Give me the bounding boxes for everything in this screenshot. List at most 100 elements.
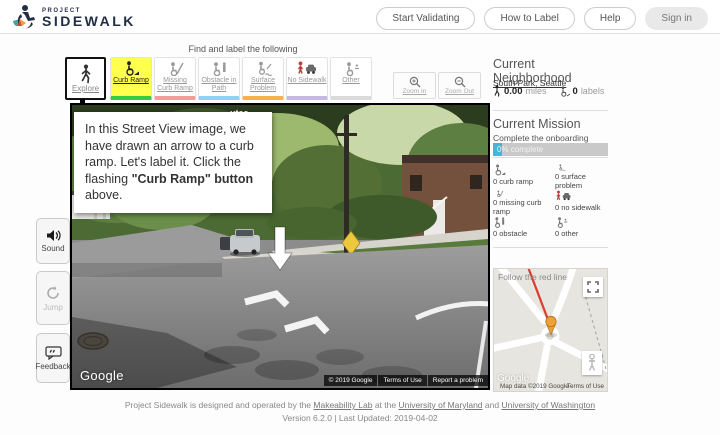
university-of-washington-link[interactable]: University of Washington bbox=[501, 400, 595, 410]
labels-unit: labels bbox=[581, 86, 605, 96]
gsv-terms-link[interactable]: Terms of Use bbox=[377, 375, 426, 386]
footer-version: Version 6.2.0 | Last Updated: 2019-04-02 bbox=[0, 412, 720, 425]
jump-reset-icon bbox=[45, 285, 61, 301]
tutorial-text-after: above. bbox=[85, 188, 123, 202]
map-attribution: Map data ©2019 Google bbox=[500, 383, 569, 390]
label-button-text: Curb Ramp bbox=[113, 77, 149, 85]
miles-value: 0.00 bbox=[504, 86, 523, 97]
feedback-button-label: Feedback bbox=[35, 362, 70, 371]
gsv-copyright: © 2019 Google bbox=[324, 375, 378, 386]
help-button[interactable]: Help bbox=[584, 7, 637, 30]
curb-ramp-count-icon bbox=[493, 164, 506, 176]
label-button-text: Surface Problem bbox=[243, 77, 283, 93]
no-sidewalk-icon bbox=[296, 61, 318, 76]
mission-progress-bar: 0% complete bbox=[493, 143, 608, 156]
makeability-lab-link[interactable]: Makeability Lab bbox=[313, 400, 372, 410]
sidebar-divider bbox=[493, 157, 608, 158]
project-sidewalk-logo[interactable]: PROJECT SIDEWALK bbox=[12, 4, 136, 31]
label-button-missing-curb-ramp[interactable]: Missing Curb Ramp bbox=[154, 57, 196, 100]
explore-button[interactable]: Explore bbox=[65, 57, 106, 100]
label-button-surface-problem[interactable]: Surface Problem bbox=[242, 57, 284, 100]
count-surface-problem: 0 surface problem bbox=[555, 164, 615, 190]
zoom-out-button[interactable]: Zoom Out bbox=[438, 72, 481, 99]
footer: Project Sidewalk is designed and operate… bbox=[0, 399, 720, 425]
gsv-report-problem-link[interactable]: Report a problem bbox=[427, 375, 488, 386]
gsv-attribution-bar: © 2019 Google Terms of Use Report a prob… bbox=[324, 375, 488, 386]
header-bar: PROJECT SIDEWALK Start Validating How to… bbox=[0, 0, 720, 34]
label-counts-grid: 0 curb ramp 0 surface problem 0 missing … bbox=[493, 164, 615, 242]
curb-ramp-icon bbox=[123, 61, 140, 76]
label-button-other[interactable]: Other bbox=[330, 57, 372, 100]
count-curb-ramp: 0 curb ramp bbox=[493, 164, 555, 190]
label-buttons-row: Curb Ramp Missing Curb Ramp Obstacle in … bbox=[110, 57, 372, 100]
label-count-mini-icon bbox=[559, 86, 570, 97]
label-button-text: Other bbox=[342, 77, 360, 85]
obstacle-in-path-icon bbox=[211, 61, 228, 76]
sign-in-button[interactable]: Sign in bbox=[645, 7, 708, 30]
street-view-panorama[interactable]: utes In this Street View image, we have … bbox=[70, 103, 490, 390]
tutorial-popup: In this Street View image, we have drawn… bbox=[74, 112, 272, 213]
surface-problem-count-icon bbox=[555, 164, 568, 171]
start-validating-button[interactable]: Start Validating bbox=[376, 7, 475, 30]
sidebar-divider bbox=[493, 247, 608, 248]
feedback-button[interactable]: Feedback bbox=[36, 333, 70, 383]
university-of-maryland-link[interactable]: University of Maryland bbox=[398, 400, 482, 410]
missing-curb-ramp-count-icon bbox=[493, 190, 506, 197]
other-label-icon bbox=[343, 61, 360, 76]
count-other: 0 other bbox=[555, 216, 615, 242]
zoom-in-label: Zoom In bbox=[403, 88, 427, 95]
walking-person-mini-icon bbox=[493, 85, 501, 97]
label-button-text: Missing Curb Ramp bbox=[155, 77, 195, 93]
label-button-text: Obstacle in Path bbox=[199, 77, 239, 93]
zoom-in-icon bbox=[409, 76, 421, 88]
fullscreen-button[interactable] bbox=[583, 277, 603, 297]
sound-button[interactable]: Sound bbox=[36, 218, 70, 264]
obstacle-count-icon bbox=[493, 216, 506, 228]
labels-value: 0 bbox=[573, 86, 578, 97]
zoom-in-button[interactable]: Zoom In bbox=[393, 72, 436, 99]
feedback-speech-bubble-icon bbox=[45, 346, 62, 360]
zoom-out-icon bbox=[454, 76, 466, 88]
no-sidewalk-count-icon bbox=[555, 190, 572, 202]
neighborhood-stats: 0.00 miles 0 labels bbox=[493, 85, 623, 97]
toolbar-heading: Find and label the following bbox=[110, 44, 376, 54]
mission-title: Current Mission bbox=[493, 117, 608, 131]
other-count-icon bbox=[555, 216, 568, 228]
mini-map[interactable]: Follow the red line Google Map data ©201… bbox=[493, 268, 608, 392]
fullscreen-icon bbox=[587, 281, 599, 293]
label-button-text: No Sidewalk bbox=[288, 77, 327, 85]
missing-curb-ramp-icon bbox=[167, 61, 184, 76]
surface-problem-icon bbox=[255, 61, 272, 76]
count-missing-curb-ramp: 0 missing curb ramp bbox=[493, 190, 555, 216]
zoom-out-label: Zoom Out bbox=[445, 88, 474, 95]
explore-button-label: Explore bbox=[72, 84, 99, 93]
map-terms-link[interactable]: Terms of Use bbox=[567, 383, 604, 390]
miles-unit: miles bbox=[526, 86, 547, 96]
miles-stat: 0.00 miles bbox=[493, 85, 547, 97]
how-to-label-button[interactable]: How to Label bbox=[484, 7, 574, 30]
google-watermark: Google bbox=[80, 368, 124, 383]
count-no-sidewalk: 0 no sidewalk bbox=[555, 190, 615, 216]
label-button-obstacle-in-path[interactable]: Obstacle in Path bbox=[198, 57, 240, 100]
label-button-curb-ramp[interactable]: Curb Ramp bbox=[110, 57, 152, 100]
jump-button-label: Jump bbox=[43, 303, 63, 312]
count-obstacle: 0 obstacle bbox=[493, 216, 555, 242]
labels-stat: 0 labels bbox=[559, 86, 605, 97]
project-sidewalk-app: PROJECT SIDEWALK Start Validating How to… bbox=[0, 0, 720, 435]
logo-sidewalk-text: SIDEWALK bbox=[42, 14, 136, 28]
header-nav: Start Validating How to Label Help Sign … bbox=[376, 7, 708, 30]
mission-progress-text: 0% complete bbox=[497, 145, 543, 154]
walking-person-icon bbox=[78, 64, 94, 84]
pegman-icon bbox=[587, 354, 597, 372]
logo-wheelchair-icon bbox=[12, 4, 38, 31]
label-button-no-sidewalk[interactable]: No Sidewalk bbox=[286, 57, 328, 100]
sound-button-label: Sound bbox=[41, 244, 64, 253]
pegman-button[interactable] bbox=[582, 351, 602, 375]
footer-credits: Project Sidewalk is designed and operate… bbox=[0, 399, 720, 412]
zoom-buttons: Zoom In Zoom Out bbox=[393, 72, 481, 99]
sidebar-divider bbox=[493, 110, 608, 111]
jump-button[interactable]: Jump bbox=[36, 271, 70, 325]
speaker-icon bbox=[46, 229, 61, 242]
tutorial-text-bold: "Curb Ramp" button bbox=[132, 172, 254, 186]
map-instruction: Follow the red line bbox=[498, 272, 567, 282]
